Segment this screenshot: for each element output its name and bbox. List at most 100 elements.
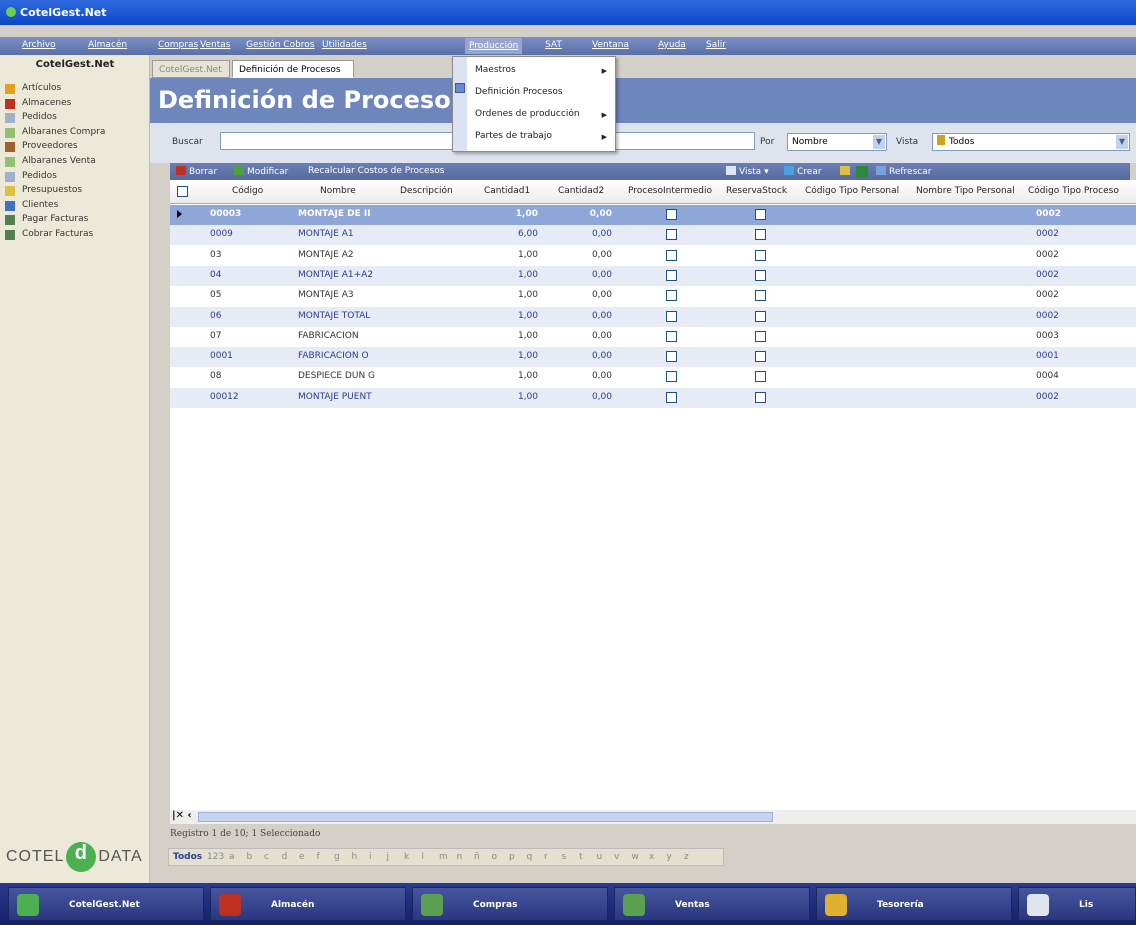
table-row[interactable]: 05 MONTAJE A3 1,00 0,00 0002 <box>170 286 1136 306</box>
alphabet-filter-letter[interactable]: s <box>562 852 567 862</box>
col-nombre[interactable]: Nombre <box>320 186 356 196</box>
menu-item-maestros[interactable]: Maestros <box>475 65 516 75</box>
col-descripcion[interactable]: Descripción <box>400 186 453 196</box>
sidebar-item-proveedores[interactable]: Proveedores <box>5 141 78 153</box>
table-row[interactable]: 03 MONTAJE A2 1,00 0,00 0002 <box>170 246 1136 266</box>
alphabet-filter-letter[interactable]: n <box>457 852 463 862</box>
alphabet-filter-letter[interactable]: e <box>299 852 305 862</box>
alphabet-filter-letter[interactable]: k <box>404 852 409 862</box>
table-row[interactable]: 08 DESPIECE DUN G 1,00 0,00 0004 <box>170 367 1136 387</box>
proceso-intermedio-checkbox[interactable] <box>666 229 677 241</box>
alphabet-filter-letter[interactable]: v <box>614 852 619 862</box>
tab-cotelgest[interactable]: CotelGest.Net <box>152 60 230 78</box>
alphabet-filter-letter[interactable]: c <box>264 852 269 862</box>
alphabet-filter-letter[interactable]: d <box>282 852 288 862</box>
reserva-stock-checkbox[interactable] <box>755 249 766 261</box>
modificar-button[interactable]: Modificar <box>234 166 288 177</box>
proceso-intermedio-checkbox[interactable] <box>666 249 677 261</box>
alphabet-filter-letter[interactable]: l <box>422 852 425 862</box>
alphabet-filter-letter[interactable]: a <box>229 852 235 862</box>
sidebar-item-albaranes-venta[interactable]: Albaranes Venta <box>5 156 96 167</box>
horizontal-scrollbar[interactable]: |✕ ‹ <box>170 810 1136 824</box>
reserva-stock-checkbox[interactable] <box>755 330 766 342</box>
alphabet-filter-letter[interactable]: r <box>544 852 548 862</box>
alphabet-filter-letter[interactable]: w <box>632 852 639 862</box>
close-filter-icon[interactable]: |✕ ‹ <box>172 810 192 821</box>
reserva-stock-checkbox[interactable] <box>755 310 766 322</box>
table-row[interactable]: 06 MONTAJE TOTAL 1,00 0,00 0002 <box>170 306 1136 327</box>
col-codigo[interactable]: Código <box>232 186 263 196</box>
alphabet-filter-letter[interactable]: y <box>667 852 672 862</box>
menu-ventas[interactable]: Ventas <box>200 40 230 50</box>
vista-select[interactable]: Todos ▼ <box>932 133 1130 151</box>
menu-archivo[interactable]: Archivo <box>22 40 56 50</box>
menu-item-ordenes-de-producci-n[interactable]: Ordenes de producción <box>475 109 580 119</box>
alphabet-filter-letter[interactable]: h <box>352 852 358 862</box>
recalcular-button[interactable]: Recalcular Costos de Procesos <box>308 166 444 176</box>
proceso-intermedio-checkbox[interactable] <box>666 391 677 403</box>
col-cantidad2[interactable]: Cantidad2 <box>558 186 604 196</box>
alphabet-filter-letter[interactable]: p <box>509 852 515 862</box>
col-nombre-tipo-personal[interactable]: Nombre Tipo Personal <box>916 186 1015 196</box>
alphabet-filter-todos[interactable]: Todos <box>173 852 202 862</box>
taskbar-lis[interactable]: Lis <box>1018 887 1136 921</box>
taskbar-cotelgest-net[interactable]: CotelGest.Net <box>8 887 204 921</box>
refrescar-button[interactable]: Refrescar <box>876 166 931 177</box>
alphabet-filter-letter[interactable]: u <box>597 852 603 862</box>
menu-utilidades[interactable]: Utilidades <box>322 40 367 50</box>
table-row[interactable]: 00012 MONTAJE PUENT 1,00 0,00 0002 <box>170 387 1136 408</box>
menu-item-partes-de-trabajo[interactable]: Partes de trabajo <box>475 131 552 141</box>
vista-button[interactable]: Vista ▾ <box>726 166 769 177</box>
menu-ayuda[interactable]: Ayuda <box>658 40 686 50</box>
reserva-stock-checkbox[interactable] <box>755 371 766 383</box>
proceso-intermedio-checkbox[interactable] <box>666 330 677 342</box>
sidebar-item-albaranes-compra[interactable]: Albaranes Compra <box>5 127 105 138</box>
taskbar-ventas[interactable]: Ventas <box>614 887 810 921</box>
alphabet-filter-letter[interactable]: t <box>579 852 583 862</box>
col-proceso-intermedio[interactable]: ProcesoIntermedio <box>628 186 712 196</box>
reserva-stock-checkbox[interactable] <box>755 209 766 220</box>
chevron-down-icon[interactable]: ▼ <box>873 135 885 149</box>
taskbar-tesorer-a[interactable]: Tesorería <box>816 887 1012 921</box>
taskbar-almac-n[interactable]: Almacén <box>210 887 406 921</box>
menu-gesti-n-cobros[interactable]: Gestión Cobros <box>246 40 315 50</box>
alphabet-filter-123[interactable]: 123 <box>207 852 224 862</box>
sidebar-item-cobrar-facturas[interactable]: Cobrar Facturas <box>5 229 93 240</box>
proceso-intermedio-checkbox[interactable] <box>666 371 677 383</box>
table-row[interactable]: 04 MONTAJE A1+A2 1,00 0,00 0002 <box>170 265 1136 286</box>
reserva-stock-checkbox[interactable] <box>755 351 766 363</box>
table-row[interactable]: 0001 FABRICACION O 1,00 0,00 0001 <box>170 347 1136 368</box>
alphabet-filter-letter[interactable]: j <box>387 852 390 862</box>
select-all-checkbox[interactable] <box>177 186 188 197</box>
reserva-stock-checkbox[interactable] <box>755 391 766 403</box>
alphabet-filter-letter[interactable]: o <box>492 852 498 862</box>
scrollbar-thumb[interactable] <box>198 812 773 822</box>
menu-salir[interactable]: Salir <box>706 40 726 50</box>
sidebar-item-presupuestos[interactable]: Presupuestos <box>5 185 82 197</box>
alphabet-filter-letter[interactable]: f <box>317 852 320 862</box>
person-button[interactable] <box>840 166 853 177</box>
table-row[interactable]: 0009 MONTAJE A1 6,00 0,00 0002 <box>170 225 1136 246</box>
proceso-intermedio-checkbox[interactable] <box>666 351 677 363</box>
menu-sat[interactable]: SAT <box>545 40 562 50</box>
sidebar-item-pedidos[interactable]: Pedidos <box>5 112 57 124</box>
proceso-intermedio-checkbox[interactable] <box>666 269 677 281</box>
menu-almac-n[interactable]: Almacén <box>88 40 127 50</box>
proceso-intermedio-checkbox[interactable] <box>666 209 677 220</box>
alphabet-filter-letter[interactable]: q <box>527 852 533 862</box>
sidebar-item-almacenes[interactable]: Almacenes <box>5 98 71 109</box>
alphabet-filter-letter[interactable]: m <box>439 852 448 862</box>
col-reserva-stock[interactable]: ReservaStock <box>726 186 787 196</box>
por-select[interactable]: Nombre ▼ <box>787 133 887 151</box>
menu-item-definici-n-procesos[interactable]: Definición Procesos <box>475 87 563 97</box>
chevron-down-icon[interactable]: ▼ <box>1116 135 1128 149</box>
reserva-stock-checkbox[interactable] <box>755 290 766 302</box>
alphabet-filter-letter[interactable]: b <box>247 852 253 862</box>
alphabet-filter-letter[interactable]: i <box>369 852 372 862</box>
sidebar-item-art-culos[interactable]: Artículos <box>5 83 61 94</box>
menu-compras[interactable]: Compras <box>158 40 198 50</box>
crear-button[interactable]: Crear <box>784 166 822 177</box>
alphabet-filter-letter[interactable]: ñ <box>474 852 480 862</box>
borrar-button[interactable]: Borrar <box>176 166 217 177</box>
reserva-stock-checkbox[interactable] <box>755 229 766 241</box>
